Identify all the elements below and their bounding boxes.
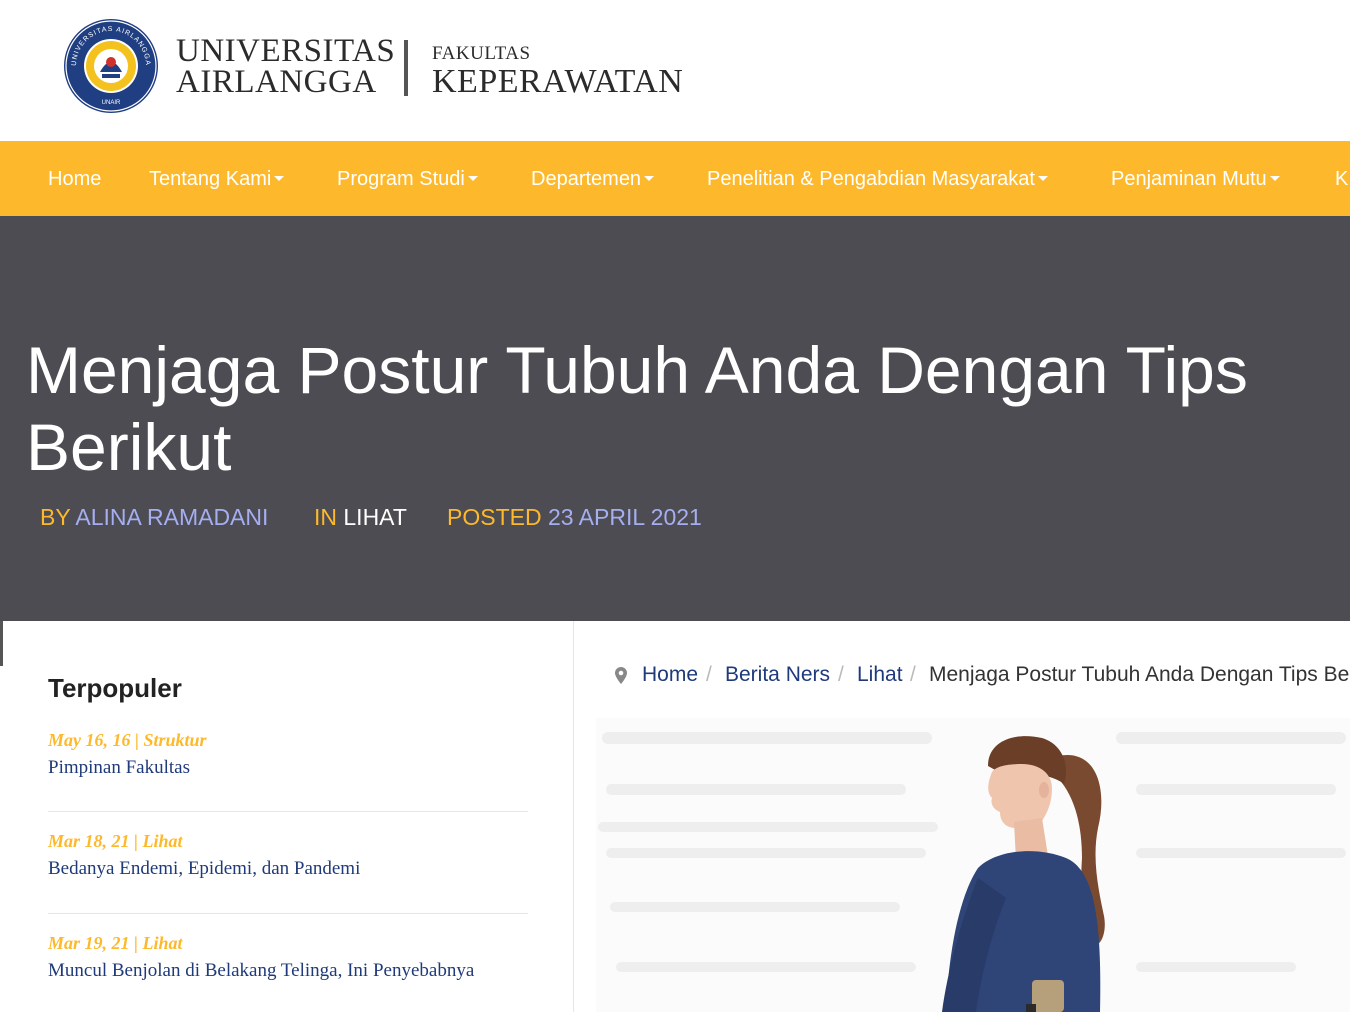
popular-item-link[interactable]: Muncul Benjolan di Belakang Telinga, Ini… (48, 960, 528, 982)
article-hero: Menjaga Postur Tubuh Anda Dengan Tips Be… (0, 216, 1350, 621)
breadcrumb-lihat[interactable]: Lihat (857, 662, 903, 688)
article-featured-image (596, 718, 1350, 1012)
nav-item-penjaminan-mutu[interactable]: Penjaminan Mutu (1111, 141, 1280, 216)
caret-down-icon (644, 175, 655, 181)
article-date-meta: POSTED 23 APRIL 2021 (447, 503, 702, 531)
logo-fak-line2: KEPERAWATAN (432, 63, 684, 100)
breadcrumb-separator: / (838, 663, 844, 686)
caret-down-icon (467, 175, 478, 181)
nav-label: Program Studi (337, 168, 465, 190)
woman-posture-image (596, 718, 1350, 1012)
list-item: May 16, 16 | Struktur Pimpinan Fakultas (48, 729, 528, 779)
article-author-meta: BY ALINA RAMADANI (40, 503, 268, 531)
post-date: 23 APRIL 2021 (547, 504, 702, 530)
nav-label: Penjaminan Mutu (1111, 168, 1267, 190)
popular-item-link[interactable]: Bedanya Endemi, Epidemi, dan Pandemi (48, 858, 528, 880)
main-nav: Home Tentang Kami Program Studi Departem… (0, 141, 1350, 216)
logo-fak-line1: FAKULTAS (432, 43, 531, 64)
breadcrumb-current: Menjaga Postur Tubuh Anda Dengan Tips Be (929, 663, 1350, 686)
nav-item-tentang-kami[interactable]: Tentang Kami (149, 141, 285, 216)
author-link[interactable]: ALINA RAMADANI (75, 504, 268, 530)
caret-down-icon (1269, 175, 1280, 181)
divider (48, 811, 528, 812)
logo-univ-line1: UNIVERSITAS (176, 33, 396, 69)
nav-item-departemen[interactable]: Departemen (531, 141, 655, 216)
university-logotype[interactable]: UNIVERSITAS AIRLANGGA (176, 33, 396, 100)
caret-down-icon (1038, 175, 1048, 181)
breadcrumb-home[interactable]: Home (642, 662, 698, 688)
in-label: IN (314, 504, 337, 530)
caret-down-icon (274, 175, 285, 181)
popular-item-link[interactable]: Pimpinan Fakultas (48, 757, 528, 779)
list-item: Mar 19, 21 | Lihat Muncul Benjolan di Be… (48, 932, 528, 982)
breadcrumb-berita-ners[interactable]: Berita Ners (725, 662, 830, 688)
site-header: UNIVERSITAS AIRLANGGA UNAIR UNIVERSITAS … (0, 0, 1350, 141)
nav-label: Tentang Kami (149, 168, 272, 190)
nav-item-truncated[interactable]: K (1335, 141, 1348, 216)
popular-item-meta[interactable]: Mar 18, 21 | Lihat (48, 830, 528, 852)
seal-bottom-text: UNAIR (102, 100, 121, 106)
breadcrumb-separator: / (706, 663, 712, 686)
university-seal-icon[interactable]: UNIVERSITAS AIRLANGGA UNAIR (62, 18, 160, 114)
map-pin-icon (615, 667, 627, 684)
popular-item-meta[interactable]: May 16, 16 | Struktur (48, 729, 528, 751)
article-category-meta: IN LIHAT (314, 503, 407, 531)
sidebar-popular: Terpopuler May 16, 16 | Struktur Pimpina… (0, 621, 574, 1012)
category-link[interactable]: LIHAT (343, 504, 406, 530)
faculty-logotype[interactable]: FAKULTAS KEPERAWATAN (432, 44, 683, 100)
posted-label: POSTED (447, 504, 542, 530)
divider (48, 913, 528, 914)
nav-item-program-studi[interactable]: Program Studi (337, 141, 478, 216)
nav-label: Departemen (531, 168, 642, 190)
by-label: BY (40, 504, 71, 530)
nav-label: Penelitian & Pengabdian Masyarakat (707, 168, 1035, 190)
logo-univ-line2: AIRLANGGA (176, 64, 377, 100)
nav-item-penelitian-pengabdian[interactable]: Penelitian & Pengabdian Masyarakat (707, 141, 1048, 216)
article-title: Menjaga Postur Tubuh Anda Dengan Tips Be… (26, 333, 1248, 484)
nav-label: K (1335, 168, 1349, 190)
popular-item-meta[interactable]: Mar 19, 21 | Lihat (48, 932, 528, 954)
nav-label: Home (48, 168, 102, 190)
breadcrumb-separator: / (910, 663, 916, 686)
nav-item-home[interactable]: Home (48, 141, 101, 216)
logo-divider (404, 40, 408, 96)
sidebar-title: Terpopuler (48, 673, 182, 703)
list-item: Mar 18, 21 | Lihat Bedanya Endemi, Epide… (48, 830, 528, 880)
